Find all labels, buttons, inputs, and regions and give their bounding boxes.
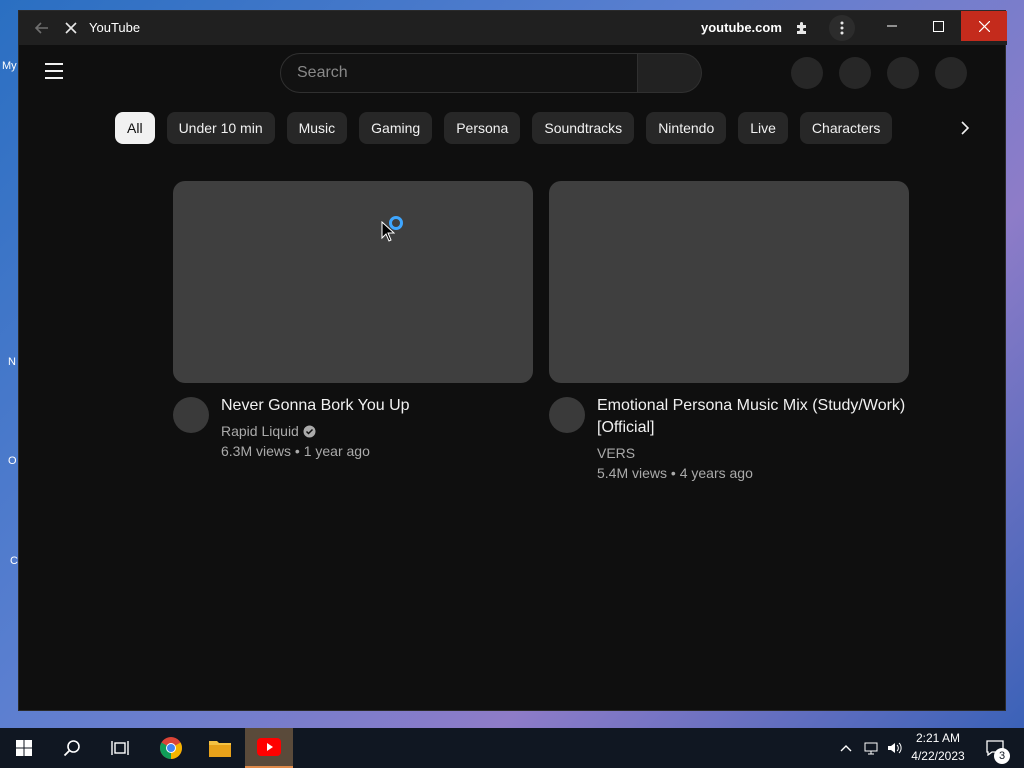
verified-check-icon — [303, 425, 316, 437]
video-stats: 6.3M views • 1 year ago — [221, 443, 370, 459]
chip-live[interactable]: Live — [738, 112, 788, 144]
search-button[interactable] — [638, 53, 702, 93]
stop-loading-icon[interactable] — [61, 11, 81, 45]
clock-time[interactable]: 2:21 AM — [906, 731, 970, 745]
video-stats: 5.4M views • 4 years ago — [597, 465, 753, 481]
extensions-puzzle-icon[interactable] — [791, 11, 813, 45]
menu-hamburger-icon[interactable] — [45, 63, 65, 79]
maximize-button[interactable] — [915, 11, 961, 41]
close-button[interactable] — [961, 11, 1007, 41]
channel-avatar[interactable] — [173, 397, 209, 433]
more-options-icon[interactable] — [829, 15, 855, 41]
mouse-cursor-icon — [381, 221, 395, 242]
chevron-up-icon[interactable] — [836, 728, 856, 768]
notification-count-badge: 3 — [994, 748, 1010, 764]
windows-start-icon[interactable] — [0, 728, 48, 768]
desktop-icon-label[interactable]: C — [10, 555, 18, 567]
chrome-icon[interactable] — [147, 728, 195, 768]
chip-under-10-min[interactable]: Under 10 min — [166, 112, 275, 144]
video-card[interactable]: Never Gonna Bork You Up Rapid Liquid 6.3… — [173, 181, 533, 461]
file-explorer-icon[interactable] — [196, 728, 244, 768]
title-bar: YouTube youtube.com — [19, 11, 1007, 45]
window-title: YouTube — [89, 20, 141, 35]
channel-name[interactable]: VERS — [597, 443, 635, 463]
site-domain[interactable]: youtube.com — [701, 11, 782, 45]
desktop-icon-label[interactable]: O — [8, 455, 17, 467]
channel-name-row: Rapid Liquid — [221, 421, 533, 441]
avatar[interactable] — [935, 57, 967, 89]
header-action-placeholder[interactable] — [791, 57, 823, 89]
minimize-button[interactable] — [869, 11, 915, 41]
desktop-icon-label[interactable]: N — [8, 356, 16, 368]
video-thumbnail[interactable] — [173, 181, 533, 383]
chip-soundtracks[interactable]: Soundtracks — [532, 112, 635, 144]
search-box — [280, 53, 638, 93]
search-icon[interactable] — [48, 728, 96, 768]
notification-center-icon[interactable]: 3 — [978, 728, 1012, 768]
youtube-app-icon[interactable] — [245, 728, 293, 768]
desktop-icon-label[interactable]: My — [2, 60, 17, 72]
browser-app-window: YouTube youtube.com All Under 10 min Mus… — [18, 10, 1007, 711]
back-arrow-icon[interactable] — [31, 11, 53, 45]
channel-avatar[interactable] — [549, 397, 585, 433]
network-icon[interactable] — [860, 728, 882, 768]
video-card[interactable]: Emotional Persona Music Mix (Study/Work)… — [549, 181, 909, 483]
chip-gaming[interactable]: Gaming — [359, 112, 433, 144]
video-thumbnail[interactable] — [549, 181, 909, 383]
channel-name[interactable]: Rapid Liquid — [221, 421, 299, 441]
header-action-placeholder[interactable] — [839, 57, 871, 89]
channel-name-row: VERS — [597, 443, 909, 463]
task-view-icon[interactable] — [96, 728, 144, 768]
video-meta: Never Gonna Bork You Up Rapid Liquid 6.3… — [173, 395, 533, 461]
video-title[interactable]: Emotional Persona Music Mix (Study/Work)… — [597, 395, 909, 439]
video-title[interactable]: Never Gonna Bork You Up — [221, 395, 533, 417]
taskbar: 2:21 AM 4/22/2023 3 — [0, 728, 1024, 768]
filter-chips-bar: All Under 10 min Music Gaming Persona So… — [115, 112, 893, 144]
chevron-right-icon[interactable] — [949, 112, 981, 144]
chip-persona[interactable]: Persona — [444, 112, 521, 144]
header-action-placeholder[interactable] — [887, 57, 919, 89]
chip-characters[interactable]: Characters — [799, 112, 893, 144]
chip-all[interactable]: All — [115, 112, 155, 144]
chip-music[interactable]: Music — [286, 112, 348, 144]
video-meta: Emotional Persona Music Mix (Study/Work)… — [549, 395, 909, 483]
chip-nintendo[interactable]: Nintendo — [646, 112, 727, 144]
search-input[interactable] — [281, 54, 637, 92]
clock-date[interactable]: 4/22/2023 — [906, 749, 970, 763]
volume-icon[interactable] — [884, 728, 906, 768]
